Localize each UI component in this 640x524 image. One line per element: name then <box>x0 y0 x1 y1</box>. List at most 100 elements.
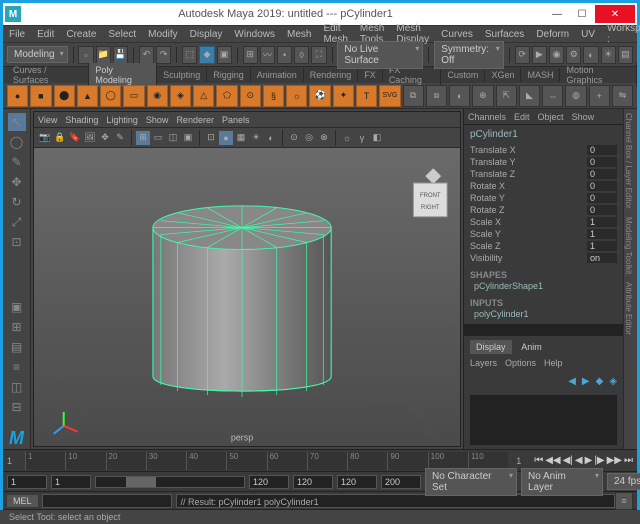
input-node[interactable]: polyCylinder1 <box>470 308 617 320</box>
step-forward-key-icon[interactable]: ▶▶ <box>607 455 622 466</box>
shelf-tab-custom[interactable]: Custom <box>441 68 485 82</box>
poly-platonic-icon[interactable]: ◈ <box>170 85 191 107</box>
poly-gear-icon[interactable]: ☼ <box>286 85 307 107</box>
playback-start-field[interactable] <box>51 475 91 489</box>
shelf-tab-sculpt[interactable]: Sculpting <box>157 68 207 82</box>
rotate-tool-icon[interactable]: ↻ <box>8 193 26 211</box>
smooth-icon[interactable]: ◐ <box>449 85 470 107</box>
vp-menu-panels[interactable]: Panels <box>222 115 250 125</box>
shelf-tab-animation[interactable]: Animation <box>251 68 304 82</box>
max-frame-field[interactable] <box>381 475 421 489</box>
tab-channel-box[interactable]: Channel Box / Layer Editor <box>624 109 633 213</box>
combine-icon[interactable]: ⧉ <box>403 85 424 107</box>
single-perspective-icon[interactable]: ▣ <box>8 298 26 316</box>
poly-pyramid-icon[interactable]: △ <box>193 85 214 107</box>
menu-curves[interactable]: Curves <box>435 29 479 40</box>
tab-attribute-editor[interactable]: Attribute Editor <box>624 278 633 339</box>
poly-soccer-icon[interactable]: ⚽ <box>309 85 330 107</box>
poly-cylinder-icon[interactable]: ⬤ <box>54 85 75 107</box>
grease-pencil-icon[interactable]: ✎ <box>113 131 127 145</box>
separate-icon[interactable]: ⧈ <box>426 85 447 107</box>
anim-tab[interactable]: Anim <box>515 340 548 354</box>
menu-surfaces[interactable]: Surfaces <box>479 29 530 40</box>
scale-tool-icon[interactable]: ⤢ <box>8 213 26 231</box>
shelf-tab-curves[interactable]: Curves / Surfaces <box>7 63 89 87</box>
attr-row[interactable]: Translate X0 <box>470 144 617 156</box>
attr-row[interactable]: Translate Z0 <box>470 168 617 180</box>
layers-options[interactable]: Options <box>505 358 536 368</box>
cb-tab-object[interactable]: Object <box>538 112 564 122</box>
cb-tab-channels[interactable]: Channels <box>468 112 506 122</box>
poly-torus-icon[interactable]: ◯ <box>100 85 121 107</box>
layer-move-down-icon[interactable]: ▶ <box>582 376 590 387</box>
shelf-tab-mash[interactable]: MASH <box>521 68 560 82</box>
select-camera-icon[interactable]: 📷 <box>38 131 52 145</box>
attr-row[interactable]: Rotate X0 <box>470 180 617 192</box>
mirror-icon[interactable]: ⇋ <box>612 85 633 107</box>
layer-add-selected-icon[interactable]: ◈ <box>609 376 617 387</box>
vp-menu-show[interactable]: Show <box>146 115 169 125</box>
poly-pipe-icon[interactable]: ⊙ <box>240 85 261 107</box>
extrude-icon[interactable]: ⇱ <box>496 85 517 107</box>
redo-icon[interactable]: ↷ <box>156 46 171 64</box>
poly-prism-icon[interactable]: ⬠ <box>216 85 237 107</box>
save-scene-icon[interactable]: 💾 <box>113 46 128 64</box>
tab-modeling-toolkit[interactable]: Modeling Toolkit <box>624 213 633 278</box>
anim-start-field[interactable] <box>7 475 47 489</box>
2d-pan-icon[interactable]: ✥ <box>98 131 112 145</box>
layer-add-icon[interactable]: ◆ <box>596 376 604 387</box>
poly-disc-icon[interactable]: ◉ <box>147 85 168 107</box>
exposure-icon[interactable]: ☼ <box>340 131 354 145</box>
lock-camera-icon[interactable]: 🔒 <box>53 131 67 145</box>
select-tool-icon[interactable]: ↖ <box>8 113 26 131</box>
resolution-gate-icon[interactable]: ◫ <box>166 131 180 145</box>
poly-cube-icon[interactable]: ■ <box>30 85 51 107</box>
minimize-button[interactable]: — <box>545 5 569 23</box>
film-gate-icon[interactable]: ▭ <box>151 131 165 145</box>
live-surface-combo[interactable]: No Live Surface <box>337 41 423 69</box>
snap-live-icon[interactable]: ⛶ <box>311 46 326 64</box>
cb-tab-edit[interactable]: Edit <box>514 112 530 122</box>
move-tool-icon[interactable]: ✥ <box>8 173 26 191</box>
script-editor-icon[interactable]: ≡ <box>615 492 633 510</box>
textured-icon[interactable]: ▦ <box>234 131 248 145</box>
xray-icon[interactable]: ◎ <box>302 131 316 145</box>
object-name[interactable]: pCylinder1 <box>470 129 617 140</box>
perspective-outliner-icon[interactable]: ▤ <box>8 338 26 356</box>
anim-end-field[interactable] <box>293 475 333 489</box>
select-by-component-icon[interactable]: ▣ <box>217 46 232 64</box>
toggle-panel-icon[interactable]: ▤ <box>618 46 633 64</box>
perspective-graph-icon[interactable]: ⊟ <box>8 398 26 416</box>
fps-combo[interactable]: 24 fps <box>607 473 640 490</box>
shelf-tab-fx[interactable]: FX <box>358 68 383 82</box>
shelf-tab-xgen[interactable]: XGen <box>485 68 521 82</box>
vp-menu-lighting[interactable]: Lighting <box>106 115 138 125</box>
append-icon[interactable]: + <box>589 85 610 107</box>
layer-list[interactable] <box>470 395 617 445</box>
attr-row[interactable]: Scale X1 <box>470 216 617 228</box>
playback-end-field[interactable] <box>249 475 289 489</box>
paint-select-icon[interactable]: ✎ <box>8 153 26 171</box>
select-by-object-icon[interactable]: ◆ <box>199 46 214 64</box>
hypershade-layout-icon[interactable]: ◫ <box>8 378 26 396</box>
ipr-render-icon[interactable]: ◉ <box>549 46 564 64</box>
xray-joints-icon[interactable]: ⊗ <box>317 131 331 145</box>
bridge-icon[interactable]: ⇔ <box>542 85 563 107</box>
menu-windows[interactable]: Windows <box>228 29 281 40</box>
menu-select[interactable]: Select <box>102 29 142 40</box>
isolate-select-icon[interactable]: ⊙ <box>287 131 301 145</box>
attr-row[interactable]: Rotate Y0 <box>470 192 617 204</box>
character-set-combo[interactable]: No Character Set <box>425 468 517 496</box>
range-slider[interactable] <box>95 476 245 488</box>
gamma-icon[interactable]: γ <box>355 131 369 145</box>
command-input[interactable] <box>42 494 172 508</box>
render-settings-icon[interactable]: ⚙ <box>566 46 581 64</box>
four-view-icon[interactable]: ⊞ <box>8 318 26 336</box>
cb-tab-show[interactable]: Show <box>572 112 595 122</box>
hypershade-icon[interactable]: ◐ <box>583 46 598 64</box>
image-plane-icon[interactable]: 🖼 <box>83 131 97 145</box>
menu-uv[interactable]: UV <box>575 29 601 40</box>
display-tab[interactable]: Display <box>470 340 512 354</box>
menu-create[interactable]: Create <box>60 29 102 40</box>
shadows-icon[interactable]: ◐ <box>264 131 278 145</box>
